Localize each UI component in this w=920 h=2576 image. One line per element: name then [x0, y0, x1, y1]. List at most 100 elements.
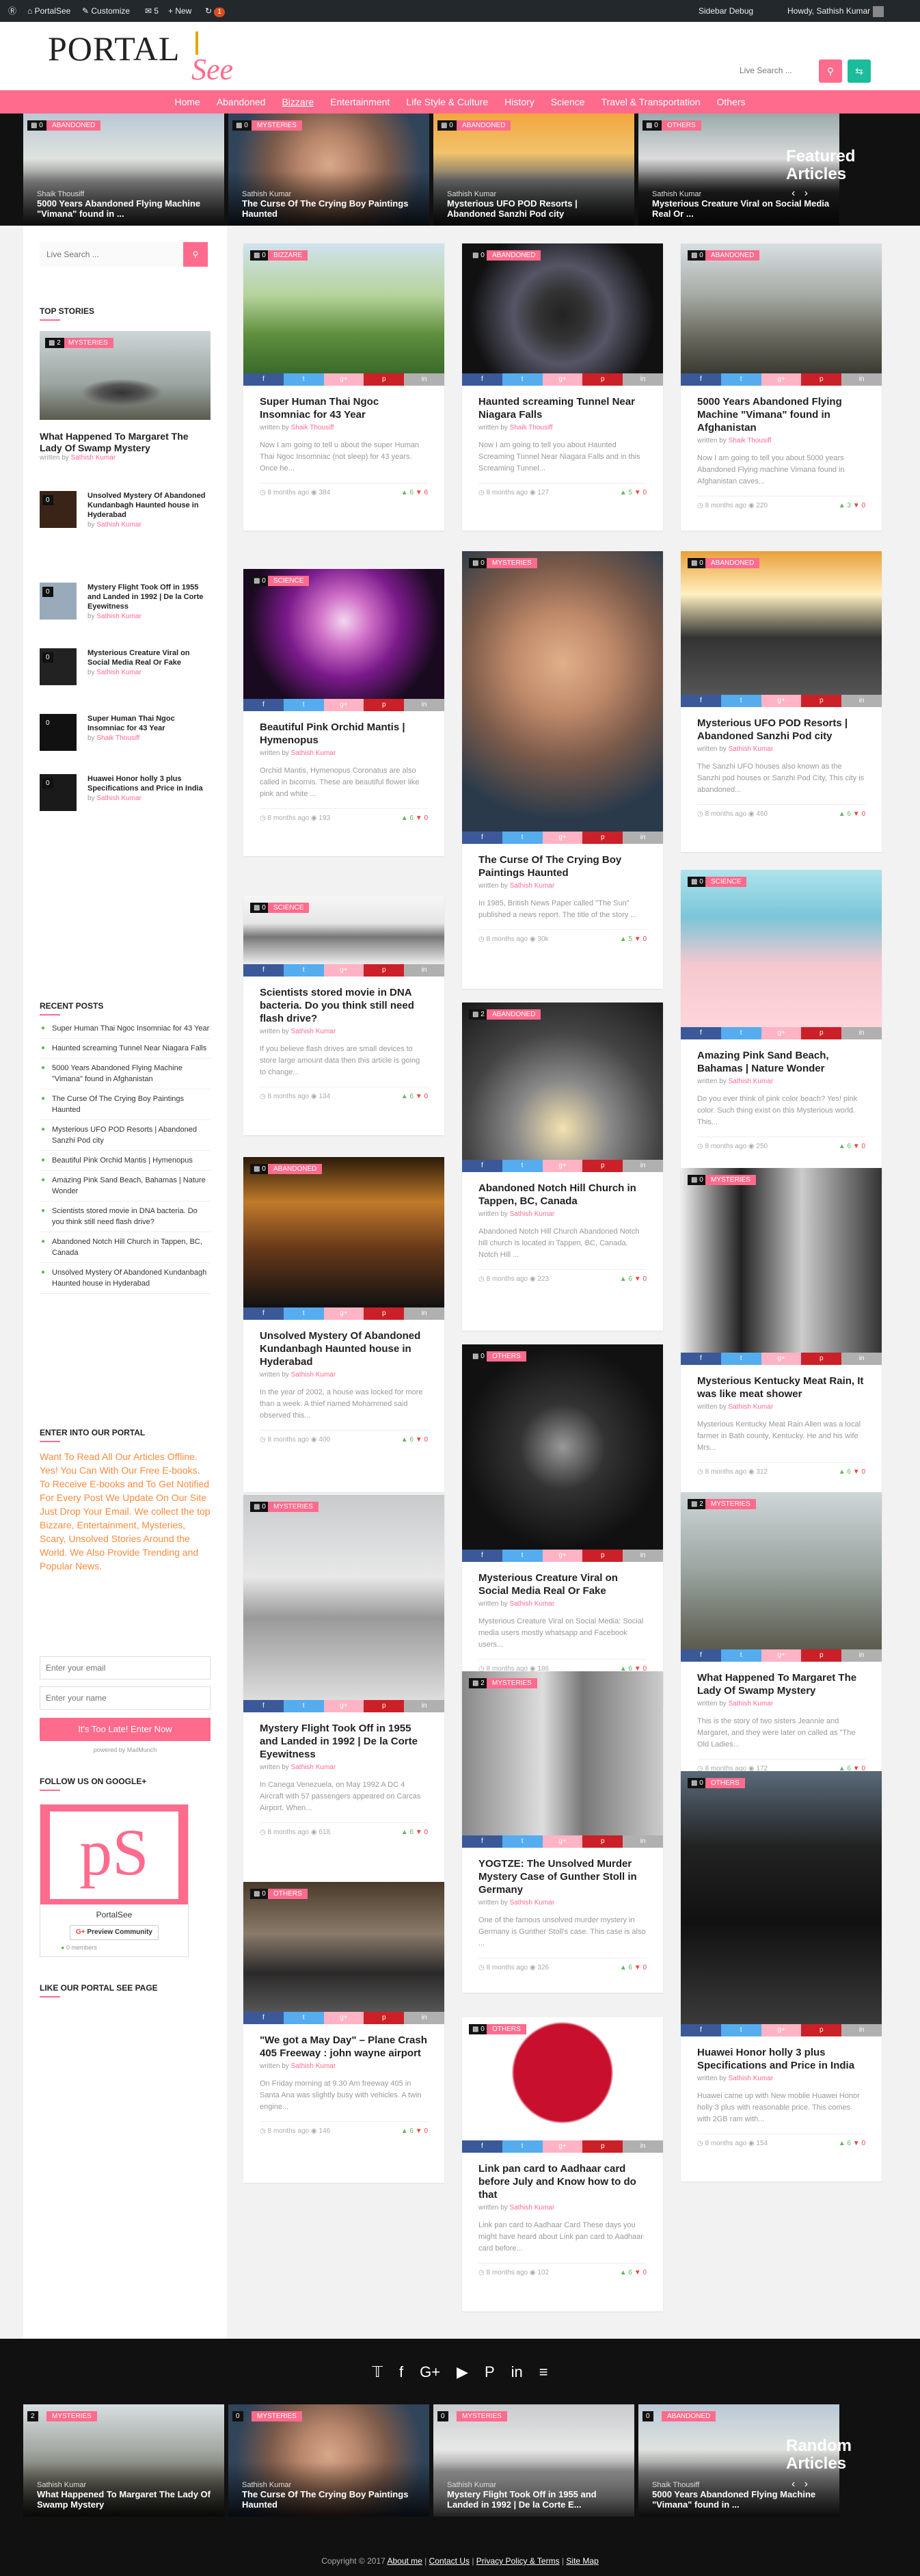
- thumbs-up-icon[interactable]: ▲: [620, 2269, 629, 2276]
- facebook-share-icon[interactable]: f: [462, 373, 502, 386]
- recent-post-item[interactable]: Unsolved Mystery Of Abandoned Kundanbagh…: [40, 1263, 211, 1294]
- twitter-icon[interactable]: 𝕋: [372, 2363, 383, 2381]
- post-title[interactable]: Unsolved Mystery Of Abandoned Kundanbagh…: [260, 1329, 428, 1368]
- nav-item-bizzare[interactable]: Bizzare: [273, 90, 322, 114]
- google-plus-share-icon[interactable]: g+: [323, 1307, 364, 1320]
- post-thumbnail[interactable]: ▩ 0 Science: [243, 569, 444, 699]
- post-author[interactable]: Sathish Kumar: [291, 1028, 336, 1035]
- twitter-share-icon[interactable]: t: [502, 1550, 543, 1562]
- top-story-item[interactable]: 0 Super Human Thai Ngoc Insomniac for 43 …: [40, 714, 211, 755]
- post-title[interactable]: "We got a May Day" – Plane Crash 405 Fre…: [260, 2034, 428, 2060]
- admin-account-link[interactable]: Howdy, Sathish Kumar: [787, 0, 884, 22]
- linkedin-share-icon[interactable]: in: [623, 1550, 663, 1562]
- top-story-title[interactable]: Mystery Flight Took Off in 1955 and Land…: [87, 583, 211, 611]
- youtube-icon[interactable]: ▶: [457, 2363, 468, 2381]
- category-tag[interactable]: Others: [705, 1778, 745, 1788]
- wordpress-icon[interactable]: Ⓡ: [8, 0, 16, 22]
- category-tag[interactable]: Abandoned: [46, 120, 101, 131]
- category-tag[interactable]: Abandoned: [457, 120, 511, 131]
- post-thumbnail[interactable]: ▩ 0 Mysteries: [462, 551, 663, 832]
- thumbs-down-icon[interactable]: ▼: [416, 2127, 424, 2135]
- linkedin-share-icon[interactable]: in: [404, 699, 444, 711]
- subscribe-name-input[interactable]: [40, 1686, 211, 1710]
- twitter-share-icon[interactable]: t: [502, 373, 543, 386]
- google-plus-share-icon[interactable]: g+: [323, 373, 364, 386]
- recent-post-item[interactable]: Super Human Thai Ngoc Insomniac for 43 Y…: [40, 1019, 211, 1039]
- twitter-share-icon[interactable]: t: [283, 699, 324, 711]
- category-tag[interactable]: Abandoned: [662, 2411, 716, 2421]
- google-plus-share-icon[interactable]: g+: [323, 699, 364, 711]
- sidebar-search-input[interactable]: [40, 242, 183, 267]
- subscribe-button[interactable]: It's Too Late! Enter Now: [40, 1718, 211, 1741]
- linkedin-share-icon[interactable]: in: [404, 373, 444, 386]
- thumbs-down-icon[interactable]: ▼: [634, 935, 643, 943]
- thumbs-up-icon[interactable]: ▲: [401, 2127, 410, 2135]
- pinterest-share-icon[interactable]: p: [801, 373, 842, 386]
- thumbs-up-icon[interactable]: ▲: [401, 814, 410, 822]
- post-title[interactable]: Huawei Honor holly 3 plus Specifications…: [697, 2046, 865, 2072]
- top-story-featured[interactable]: Mysteries ▩ 2 What Happened To Margaret …: [40, 331, 211, 462]
- category-tag[interactable]: Bizzare: [268, 250, 308, 261]
- linkedin-share-icon[interactable]: in: [841, 1353, 882, 1365]
- chevron-right-icon[interactable]: ›: [804, 2478, 808, 2490]
- post-thumbnail[interactable]: ▩ 0 Others: [462, 1344, 663, 1550]
- google-plus-share-icon[interactable]: g+: [542, 1160, 583, 1172]
- linkedin-share-icon[interactable]: in: [841, 1027, 882, 1039]
- post-thumbnail[interactable]: ▩ 0 Abandoned: [243, 1157, 444, 1307]
- facebook-share-icon[interactable]: f: [462, 2140, 502, 2153]
- google-plus-share-icon[interactable]: g+: [323, 1700, 364, 1712]
- admin-customize-link[interactable]: ✎ Customize: [82, 0, 130, 22]
- post-title[interactable]: Abandoned Notch Hill Church in Tappen, B…: [478, 1182, 647, 1208]
- thumbs-down-icon[interactable]: ▼: [416, 814, 424, 822]
- thumbs-up-icon[interactable]: ▲: [839, 2140, 848, 2147]
- facebook-share-icon[interactable]: f: [681, 1353, 721, 1365]
- pinterest-share-icon[interactable]: p: [582, 1835, 623, 1848]
- post-thumbnail[interactable]: ▩ 0 Mysteries: [243, 1495, 444, 1700]
- nav-item-others[interactable]: Others: [709, 90, 754, 114]
- category-tag[interactable]: Mysteries: [705, 1499, 756, 1509]
- post-title[interactable]: Super Human Thai Ngoc Insomniac for 43 Y…: [260, 395, 428, 421]
- footer-link-privacy[interactable]: Privacy Policy & Terms: [476, 2556, 560, 2566]
- pinterest-share-icon[interactable]: p: [801, 1649, 842, 1662]
- thumbs-down-icon[interactable]: ▼: [853, 810, 862, 818]
- chevron-left-icon[interactable]: ‹: [792, 187, 795, 199]
- twitter-share-icon[interactable]: t: [283, 1700, 324, 1712]
- pinterest-share-icon[interactable]: p: [364, 373, 405, 386]
- header-search-input[interactable]: [740, 62, 816, 79]
- category-tag[interactable]: Abandoned: [487, 1009, 541, 1020]
- post-author[interactable]: Sathish Kumar: [291, 1764, 336, 1771]
- post-thumbnail[interactable]: ▩ 0 Others: [243, 1882, 444, 2012]
- linkedin-share-icon[interactable]: in: [623, 1835, 663, 1848]
- twitter-share-icon[interactable]: t: [502, 832, 543, 844]
- facebook-share-icon[interactable]: f: [681, 1027, 721, 1039]
- pinterest-share-icon[interactable]: p: [364, 2012, 405, 2024]
- pinterest-share-icon[interactable]: p: [801, 695, 842, 707]
- post-thumbnail[interactable]: ▩ 2 Mysteries: [681, 1492, 882, 1649]
- post-title[interactable]: Scientists stored movie in DNA bacteria.…: [260, 986, 428, 1025]
- post-title[interactable]: Mysterious UFO POD Resorts | Abandoned S…: [697, 717, 865, 743]
- linkedin-share-icon[interactable]: in: [623, 373, 663, 386]
- category-tag[interactable]: Mysteries: [252, 120, 302, 131]
- nav-item-science[interactable]: Science: [543, 90, 593, 114]
- twitter-share-icon[interactable]: t: [720, 2024, 761, 2036]
- linkedin-share-icon[interactable]: in: [623, 2140, 663, 2153]
- slide-title[interactable]: What Happened To Margaret The Lady Of Sw…: [37, 2489, 217, 2510]
- google-plus-share-icon[interactable]: g+: [761, 1649, 802, 1662]
- thumbs-up-icon[interactable]: ▲: [839, 1143, 848, 1150]
- category-tag[interactable]: Abandoned: [487, 250, 541, 261]
- google-plus-icon[interactable]: G+: [420, 2363, 440, 2381]
- chevron-left-icon[interactable]: ‹: [792, 2478, 795, 2490]
- category-tag[interactable]: Others: [487, 1351, 526, 1362]
- twitter-share-icon[interactable]: t: [283, 373, 324, 386]
- twitter-share-icon[interactable]: t: [720, 695, 761, 707]
- facebook-icon[interactable]: f: [399, 2363, 403, 2381]
- post-thumbnail[interactable]: ▩ 0 Bizzare: [243, 243, 444, 373]
- facebook-share-icon[interactable]: f: [681, 1649, 721, 1662]
- top-story-author[interactable]: Sathish Kumar: [71, 454, 116, 462]
- thumbs-up-icon[interactable]: ▲: [620, 935, 629, 943]
- thumbs-down-icon[interactable]: ▼: [634, 1275, 643, 1283]
- site-logo[interactable]: PORTAL See: [48, 29, 233, 89]
- footer-link-contact[interactable]: Contact Us: [429, 2556, 470, 2566]
- pinterest-share-icon[interactable]: p: [364, 699, 405, 711]
- facebook-share-icon[interactable]: f: [681, 2024, 721, 2036]
